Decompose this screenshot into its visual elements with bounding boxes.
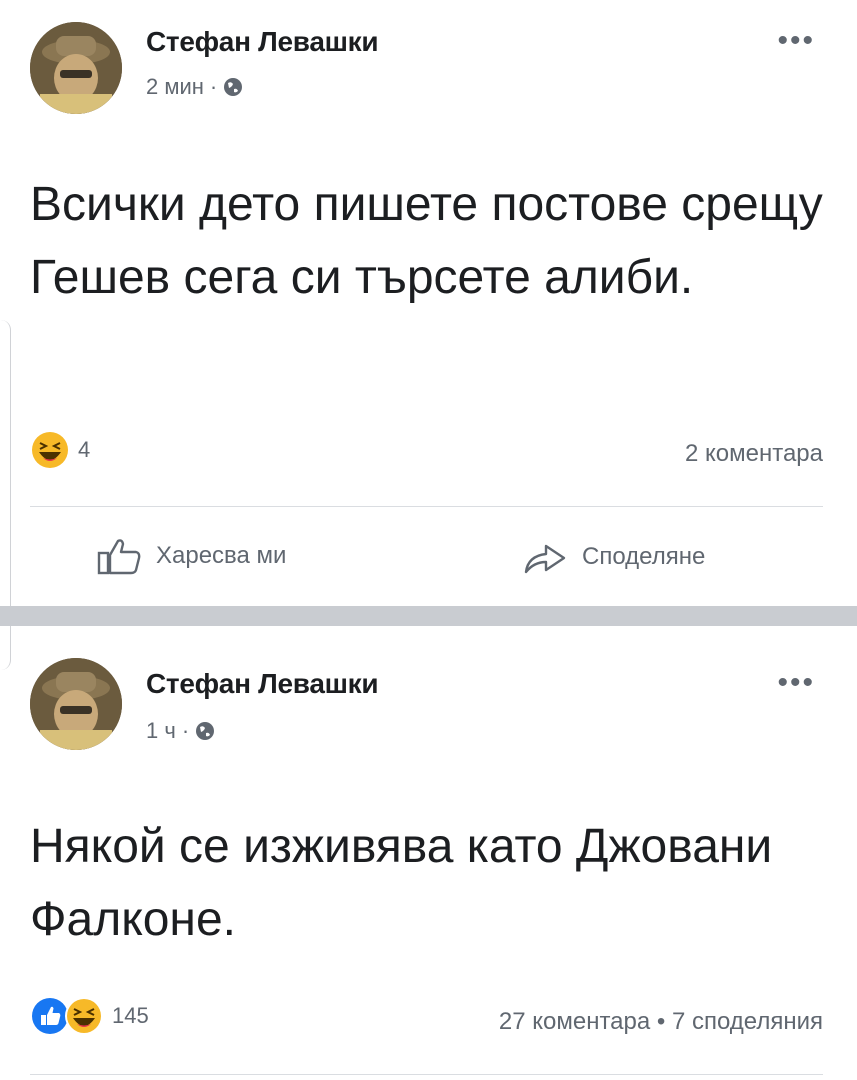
comments-shares-count[interactable]: 27 коментара • 7 споделяния [499, 1008, 823, 1036]
like-label: Харесва ми [156, 542, 287, 569]
author-name[interactable]: Стефан Левашки [146, 26, 379, 58]
divider [30, 1074, 823, 1075]
post-meta: 1 ч · [146, 718, 215, 744]
reactions-summary[interactable]: 4 [30, 430, 90, 470]
post-text: Някой се изживява като Джовани Фалконе. [30, 820, 773, 946]
meta-separator: · [209, 74, 218, 99]
like-button[interactable]: Харесва ми [96, 536, 286, 576]
post-card: Стефан Левашки 1 ч · ••• Някой се изживя… [0, 626, 857, 1080]
globe-icon [195, 721, 215, 741]
reaction-count: 145 [112, 1003, 149, 1028]
reaction-icons [30, 996, 104, 1036]
meta-separator: · [181, 718, 190, 743]
avatar[interactable] [30, 658, 122, 750]
share-button[interactable]: Споделяне [522, 538, 705, 576]
haha-emoji-icon [64, 996, 104, 1036]
divider [30, 506, 823, 507]
reaction-count: 4 [78, 437, 91, 462]
comments-count[interactable]: 2 коментара [685, 440, 823, 468]
avatar[interactable] [30, 22, 122, 114]
post-separator [0, 606, 857, 626]
share-arrow-icon [522, 538, 568, 576]
post-time[interactable]: 2 мин [146, 74, 204, 100]
more-options-icon[interactable]: ••• [777, 26, 815, 56]
post-text: Всички дето пишете постове срещу Гешев с… [30, 178, 823, 304]
post-time[interactable]: 1 ч [146, 718, 176, 744]
haha-emoji-icon [30, 430, 70, 470]
post-card: Стефан Левашки 2 мин · ••• Всички дето п… [0, 0, 857, 606]
author-name[interactable]: Стефан Левашки [146, 668, 379, 700]
thumbs-up-icon [96, 536, 142, 576]
post-meta: 2 мин · [146, 74, 243, 100]
share-label: Споделяне [582, 543, 706, 570]
globe-icon [223, 77, 243, 97]
reactions-summary[interactable]: 145 [30, 996, 149, 1036]
more-options-icon[interactable]: ••• [777, 668, 815, 698]
